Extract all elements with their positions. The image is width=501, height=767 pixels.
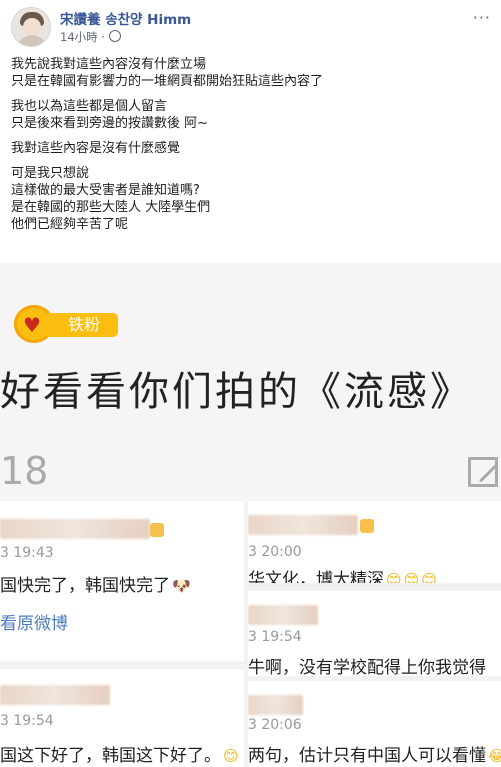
caption-clip: 好看看你们拍的《流感》 18 bbox=[0, 263, 501, 501]
comment-text: 国这下好了，韩国这下好了。 😊 bbox=[0, 741, 239, 766]
post-line: 他們已經夠辛苦了呢 bbox=[11, 217, 129, 232]
post-line: 我也以為這些都是個人留言 bbox=[11, 99, 168, 114]
post-photo[interactable]: ♥ 铁粉 好看看你们拍的《流感》 18 3 19:43 国快完了，韩国快完了 🐶 … bbox=[0, 263, 501, 767]
post-line: 是在韓國的那些大陸人 大陸學生們 bbox=[11, 200, 211, 215]
comment-text-body: 国快完了，韩国快完了 bbox=[0, 576, 170, 596]
blurred-username bbox=[0, 519, 150, 539]
view-original-weibo-link[interactable]: 看原微博 bbox=[0, 609, 68, 634]
user-badge-icon bbox=[150, 523, 164, 537]
comment-time: 3 20:00 bbox=[248, 544, 302, 560]
post-meta: 14小時 · bbox=[60, 29, 121, 45]
comment-text: 两句，估计只有中国人可以看懂 😂 bbox=[248, 741, 501, 766]
post-text: 我先說我對這些內容沒有什麼立場 只是在韓國有影響力的一堆網頁都開始狂貼這些內容了… bbox=[11, 56, 491, 241]
post-line: 可是我只想說 bbox=[11, 166, 90, 181]
smile-icon: 😊 bbox=[223, 747, 239, 765]
comment-time: 3 19:54 bbox=[248, 629, 302, 645]
author-name[interactable]: 宋讚養 송찬양 Himm bbox=[60, 8, 191, 28]
comment-card: 3 20:06 两句，估计只有中国人可以看懂 😂 bbox=[248, 681, 501, 767]
author-avatar[interactable] bbox=[11, 7, 51, 47]
post-paragraph: 我對這些內容是沒有什麼感覺 bbox=[11, 140, 491, 157]
smile-icon: 😊 bbox=[421, 571, 437, 583]
edit-icon bbox=[468, 457, 498, 487]
comment-text: 牛啊，没有学校配得上你我觉得 bbox=[248, 658, 486, 676]
blurred-username bbox=[248, 605, 318, 625]
post-paragraph: 我先說我對這些內容沒有什麼立場 只是在韓國有影響力的一堆網頁都開始狂貼這些內容了 bbox=[11, 56, 491, 90]
comment-text: 国快完了，韩国快完了 🐶 bbox=[0, 571, 191, 596]
comment-text-body: 国这下好了，韩国这下好了。 bbox=[0, 746, 221, 766]
post-line: 只是在韓國有影響力的一堆網頁都開始狂貼這些內容了 bbox=[11, 74, 324, 89]
globe-icon bbox=[108, 30, 121, 42]
post-line: 我先說我對這些內容沒有什麼立場 bbox=[11, 57, 207, 72]
laugh-icon: 😂 bbox=[488, 747, 501, 765]
comment-card: 3 19:54 国这下好了，韩国这下好了。 😊 bbox=[0, 669, 244, 767]
post-time[interactable]: 14小時 · bbox=[60, 30, 105, 44]
post-paragraph: 可是我只想說 這樣做的最大受害者是誰知道嗎? 是在韓國的那些大陸人 大陸學生們 … bbox=[11, 165, 491, 233]
comment-cards: 3 19:43 国快完了，韩国快完了 🐶 看原微博 3 20:00 华文化，博大精… bbox=[0, 501, 501, 767]
comment-card: 3 19:54 牛啊，没有学校配得上你我觉得 bbox=[248, 591, 501, 676]
post-line: 這樣做的最大受害者是誰知道嗎? bbox=[11, 183, 200, 198]
blurred-username bbox=[0, 685, 110, 705]
smile-icon: 😊 bbox=[403, 571, 420, 583]
smile-icon: 😊 bbox=[386, 571, 402, 583]
comment-text-body: 华文化，博大精深 bbox=[248, 570, 384, 583]
photo-top-section: ♥ 铁粉 好看看你们拍的《流感》 18 bbox=[0, 263, 501, 501]
repost-count: 18 bbox=[0, 449, 49, 493]
comment-card: 3 19:43 国快完了，韩国快完了 🐶 看原微博 bbox=[0, 501, 244, 661]
more-options-button[interactable]: ··· bbox=[473, 8, 491, 27]
post-line: 我對這些內容是沒有什麼感覺 bbox=[11, 141, 181, 156]
doge-icon: 🐶 bbox=[172, 577, 191, 595]
post-line: 只是後來看到旁邊的按讚數後 阿~ bbox=[11, 116, 209, 131]
avatar-face bbox=[23, 18, 41, 36]
photo-caption: 好看看你们拍的《流感》 bbox=[0, 369, 473, 415]
avatar-body bbox=[16, 35, 48, 46]
blurred-username bbox=[248, 695, 303, 715]
post-paragraph: 我也以為這些都是個人留言 只是後來看到旁邊的按讚數後 阿~ bbox=[11, 98, 491, 132]
comment-text-body: 两句，估计只有中国人可以看懂 bbox=[248, 746, 486, 766]
comment-text: 华文化，博大精深 😊 😊 😊 bbox=[248, 565, 437, 583]
comment-time: 3 19:43 bbox=[0, 545, 54, 561]
comment-time: 3 19:54 bbox=[0, 713, 54, 729]
comment-card: 3 20:00 华文化，博大精深 😊 😊 😊 bbox=[248, 501, 501, 583]
blurred-username bbox=[248, 515, 358, 535]
comment-time: 3 20:06 bbox=[248, 717, 302, 733]
post-header: 宋讚養 송찬양 Himm 14小時 · ··· bbox=[0, 0, 501, 50]
user-badge-icon bbox=[360, 519, 374, 533]
